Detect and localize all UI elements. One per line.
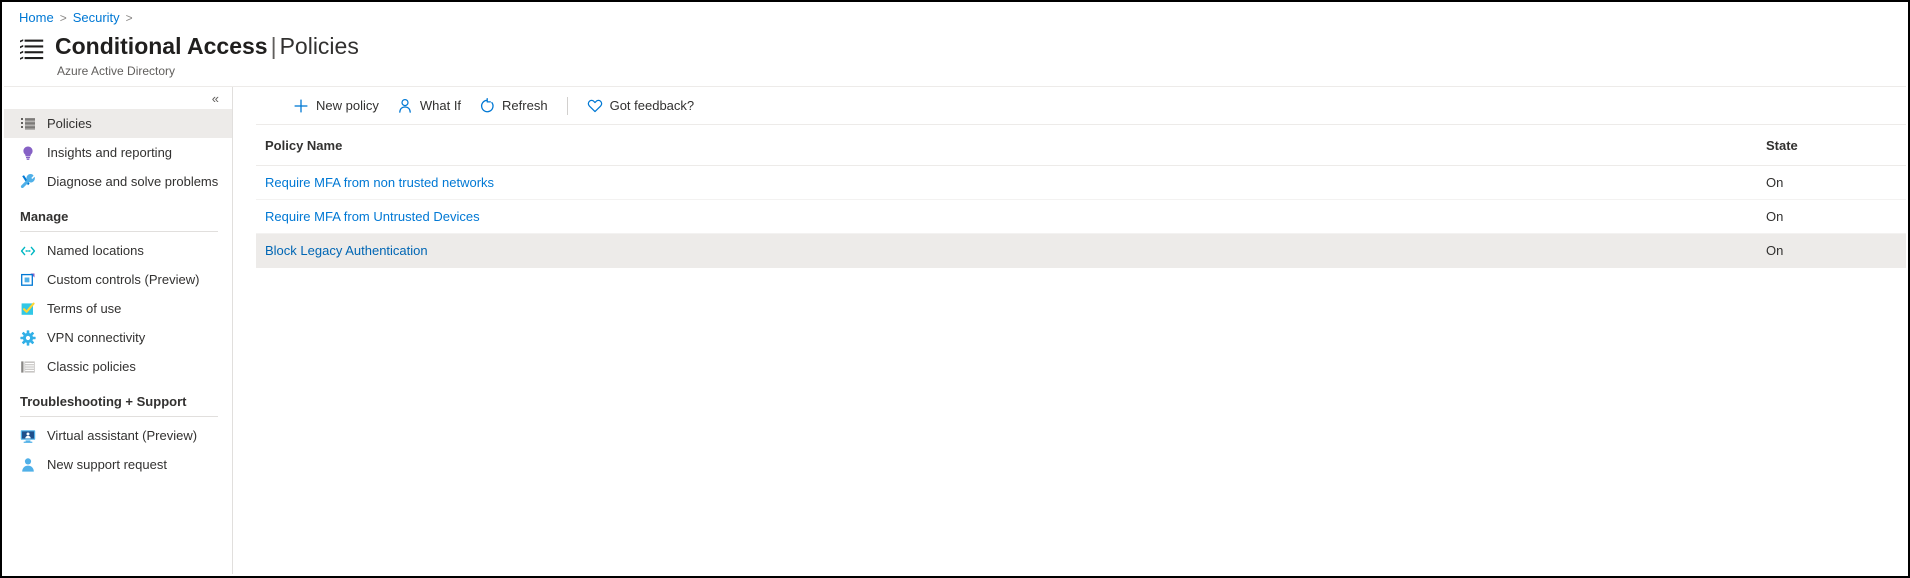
policy-state-cell: On (1766, 165, 1906, 200)
sidebar-item-label: Insights and reporting (47, 144, 173, 160)
table-row[interactable]: Require MFA from non trusted networks On (256, 165, 1906, 200)
policies-table-container: Policy Name State Require MFA from non t… (256, 125, 1906, 268)
person-icon (397, 98, 413, 114)
sidebar-item-label: Policies (47, 115, 92, 131)
sidebar-item-policies[interactable]: Policies (4, 109, 232, 138)
sidebar-item-virtual-assistant-preview[interactable]: Virtual assistant (Preview) (4, 421, 232, 450)
refresh-button[interactable]: Refresh (470, 91, 557, 121)
page-subtitle: Azure Active Directory (57, 64, 176, 78)
sidebar-group-manage: Manage (4, 208, 232, 232)
sidebar-item-named-locations[interactable]: Named locations (4, 236, 232, 265)
collapse-chevron-icon[interactable]: « (209, 91, 222, 106)
got-feedback-label: Got feedback? (609, 98, 695, 113)
breadcrumb-separator-icon-2: > (125, 11, 133, 25)
sidebar-group-divider (20, 231, 218, 232)
sidebar-group-divider (20, 416, 218, 417)
table-head: Policy Name State (256, 125, 1906, 166)
table-body: Require MFA from non trusted networks On… (256, 165, 1906, 268)
sidebar-item-label: New support request (47, 456, 167, 472)
policy-link[interactable]: Require MFA from non trusted networks (265, 175, 494, 190)
policy-link[interactable]: Require MFA from Untrusted Devices (265, 209, 480, 224)
sidebar: « Policies Insights and reporting Diagno… (4, 87, 233, 574)
breadcrumb-separator-icon: > (59, 11, 67, 25)
sidebar-item-insights-and-reporting[interactable]: Insights and reporting (4, 138, 232, 167)
table-row[interactable]: Require MFA from Untrusted Devices On (256, 199, 1906, 234)
page-title-main: Conditional Access (55, 33, 268, 59)
sidebar-item-diagnose-and-solve-problems[interactable]: Diagnose and solve problems (4, 167, 232, 196)
sidebar-item-vpn-connectivity[interactable]: VPN connectivity (4, 323, 232, 352)
new-policy-label: New policy (316, 98, 379, 113)
what-if-label: What If (419, 98, 462, 113)
gear-icon (20, 329, 36, 346)
sidebar-item-label: Terms of use (47, 300, 122, 316)
sidebar-item-classic-policies[interactable]: Classic policies (4, 352, 232, 381)
policy-name-cell: Block Legacy Authentication (256, 233, 1766, 268)
heart-icon (587, 98, 603, 114)
page-title-subsection: Policies (279, 33, 359, 59)
sidebar-collapse-row: « (4, 87, 232, 109)
column-header-state[interactable]: State (1766, 125, 1906, 166)
policy-name-cell: Require MFA from non trusted networks (256, 165, 1766, 200)
table-row[interactable]: Block Legacy Authentication On (256, 233, 1906, 268)
list-lines-icon (20, 359, 36, 375)
sidebar-item-label: Diagnose and solve problems (47, 173, 219, 189)
lightbulb-icon (20, 145, 36, 161)
sidebar-item-label: Named locations (47, 242, 144, 258)
person-icon (20, 457, 36, 473)
breadcrumb: Home > Security > (19, 10, 133, 26)
sidebar-item-terms-of-use[interactable]: Terms of use (4, 294, 232, 323)
sidebar-item-label: Classic policies (47, 358, 136, 374)
sidebar-item-label: VPN connectivity (47, 329, 146, 345)
page-title-block: Conditional Access | Policies Azure Active… (55, 32, 359, 79)
breadcrumb-item-security[interactable]: Security (73, 10, 120, 26)
policy-link[interactable]: Block Legacy Authentication (265, 243, 428, 258)
new-policy-button[interactable]: New policy (284, 91, 388, 121)
got-feedback-button[interactable]: Got feedback? (578, 91, 704, 121)
page-header: Conditional Access | Policies Azure Active… (19, 32, 359, 79)
policies-table: Policy Name State Require MFA from non t… (256, 125, 1906, 268)
sidebar-group-title: Manage (20, 209, 69, 224)
checkbox-checked-icon (20, 301, 36, 317)
code-brackets-icon (20, 243, 36, 259)
sidebar-item-custom-controls-preview[interactable]: Custom controls (Preview) (4, 265, 232, 294)
square-overlay-icon (20, 272, 36, 288)
wrench-icon (20, 173, 36, 190)
plus-icon (293, 98, 309, 114)
column-header-policy-name[interactable]: Policy Name (256, 125, 1766, 166)
table-header-row: Policy Name State (256, 125, 1906, 166)
azure-portal-screen: Home > Security > Conditional Access | P… (0, 0, 1910, 578)
sidebar-item-label: Custom controls (Preview) (47, 271, 200, 287)
command-bar: New policy What If Refresh Got feedback? (256, 87, 1906, 125)
monitor-person-icon (20, 428, 36, 444)
list-icon (20, 116, 36, 132)
page-title: Conditional Access | Policies (55, 32, 359, 61)
main-content: New policy What If Refresh Got feedback?… (234, 87, 1906, 574)
refresh-label: Refresh (502, 98, 548, 113)
list-bullet-icon (19, 37, 45, 63)
toolbar-divider (566, 96, 568, 115)
policy-name-cell: Require MFA from Untrusted Devices (256, 199, 1766, 234)
page-title-separator: | (270, 33, 277, 59)
sidebar-group-troubleshooting-support: Troubleshooting + Support (4, 393, 232, 417)
policy-state-cell: On (1766, 233, 1906, 268)
policy-state-cell: On (1766, 199, 1906, 234)
what-if-button[interactable]: What If (388, 91, 470, 121)
sidebar-item-label: Virtual assistant (Preview) (47, 427, 198, 443)
sidebar-group-title: Troubleshooting + Support (20, 394, 187, 409)
breadcrumb-item-home[interactable]: Home (19, 10, 54, 26)
refresh-icon (479, 97, 495, 114)
sidebar-item-new-support-request[interactable]: New support request (4, 450, 232, 479)
